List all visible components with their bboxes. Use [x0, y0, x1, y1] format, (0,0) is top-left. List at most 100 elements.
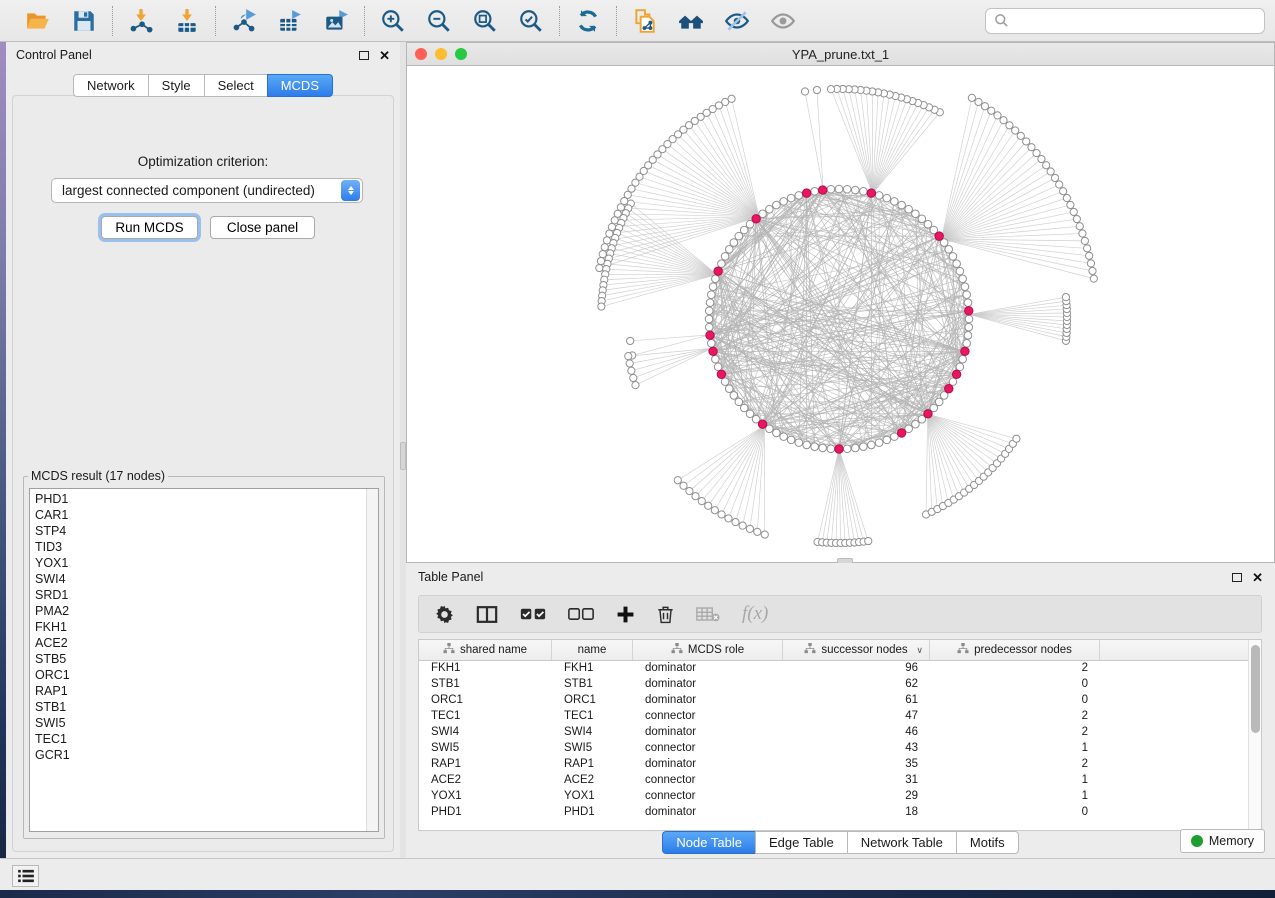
refresh-layout-icon[interactable] [573, 6, 603, 36]
graph-node[interactable] [674, 477, 681, 484]
graph-node[interactable] [1062, 294, 1069, 301]
graph-node[interactable] [811, 188, 819, 196]
graph-node[interactable] [712, 275, 720, 283]
graph-node[interactable] [860, 188, 868, 196]
graph-node[interactable] [598, 303, 605, 310]
graph-node[interactable] [735, 398, 743, 406]
search-box[interactable] [985, 8, 1265, 34]
graph-node[interactable] [1067, 201, 1074, 208]
graph-node[interactable] [988, 107, 995, 114]
graph-node[interactable] [626, 360, 633, 367]
network-canvas[interactable] [407, 66, 1274, 562]
show-all-icon[interactable] [768, 6, 798, 36]
table-row[interactable]: PHD1PHD1dominator180 [419, 805, 1248, 821]
graph-node[interactable] [1063, 194, 1070, 201]
graph-node[interactable] [1051, 174, 1058, 181]
graph-node[interactable] [965, 315, 973, 323]
mcds-result-item[interactable]: STB1 [35, 699, 361, 715]
graph-node[interactable] [975, 98, 982, 105]
table-row[interactable]: YOX1YOX1connector291 [419, 789, 1248, 805]
graph-node[interactable] [883, 194, 891, 202]
graph-node[interactable] [746, 525, 753, 532]
graph-node[interactable] [1038, 155, 1045, 162]
graph-node[interactable] [875, 439, 883, 447]
tab-select[interactable]: Select [204, 74, 267, 97]
graph-node[interactable] [813, 86, 820, 93]
table-row[interactable]: SWI4SWI4dominator462 [419, 725, 1248, 741]
graph-node[interactable] [698, 497, 705, 504]
graph-node[interactable] [1033, 149, 1040, 156]
create-column-icon[interactable] [616, 605, 635, 624]
graph-node[interactable] [780, 198, 788, 206]
graph-node[interactable] [730, 392, 738, 400]
graph-node[interactable] [1013, 435, 1020, 442]
graph-node[interactable] [787, 194, 795, 202]
graph-node-dominator[interactable] [819, 186, 827, 194]
graph-node[interactable] [945, 246, 953, 254]
graph-node[interactable] [1028, 144, 1035, 151]
graph-node[interactable] [630, 374, 637, 381]
clone-network-icon[interactable] [630, 6, 660, 36]
column-header-name[interactable]: name [552, 640, 633, 660]
graph-node[interactable] [780, 433, 788, 441]
mcds-result-item[interactable]: TEC1 [35, 731, 361, 747]
delete-table-icon[interactable] [696, 606, 720, 622]
graph-node[interactable] [1043, 162, 1050, 169]
graph-node[interactable] [905, 205, 913, 213]
table-row[interactable]: ACE2ACE2connector311 [419, 773, 1248, 789]
optimization-criterion-select[interactable]: largest connected component (undirected) [51, 178, 363, 203]
graph-node[interactable] [601, 244, 608, 251]
graph-node[interactable] [851, 186, 859, 194]
export-table-icon[interactable] [275, 6, 305, 36]
mcds-result-item[interactable]: YOX1 [35, 555, 361, 571]
graph-node[interactable] [891, 198, 899, 206]
close-panel-icon[interactable]: ✕ [1252, 571, 1263, 584]
graph-node-dominator[interactable] [709, 347, 717, 355]
column-header-predecessor-nodes[interactable]: predecessor nodes [930, 640, 1100, 660]
close-panel-icon[interactable]: ✕ [379, 49, 390, 62]
graph-node[interactable] [918, 215, 926, 223]
mcds-result-item[interactable]: CAR1 [35, 507, 361, 523]
graph-node-dominator[interactable] [965, 307, 973, 315]
deselect-all-columns-icon[interactable] [568, 607, 594, 621]
zoom-selected-icon[interactable] [516, 6, 546, 36]
mcds-result-list[interactable]: PHD1CAR1STP4TID3YOX1SWI4SRD1PMA2FKH1ACE2… [30, 489, 366, 831]
graph-node[interactable] [898, 201, 906, 209]
graph-node[interactable] [725, 385, 733, 393]
graph-node[interactable] [1012, 127, 1019, 134]
open-file-icon[interactable] [23, 6, 53, 36]
graph-node[interactable] [773, 201, 781, 209]
graph-node[interactable] [1076, 223, 1083, 230]
graph-node[interactable] [721, 378, 729, 386]
search-input[interactable] [1009, 13, 1256, 28]
table-row[interactable]: TEC1TEC1connector472 [419, 709, 1248, 725]
graph-node[interactable] [627, 337, 634, 344]
save-icon[interactable] [69, 6, 99, 36]
graph-node-dominator[interactable] [752, 215, 760, 223]
graph-node[interactable] [1047, 168, 1054, 175]
graph-node[interactable] [1089, 267, 1096, 274]
graph-node[interactable] [891, 433, 899, 441]
show-columns-icon[interactable] [476, 605, 498, 624]
hide-selected-icon[interactable] [722, 6, 752, 36]
graph-node[interactable] [732, 519, 739, 526]
table-scrollbar-thumb[interactable] [1251, 645, 1260, 733]
graph-node[interactable] [1023, 138, 1030, 145]
float-panel-icon[interactable] [359, 51, 369, 60]
graph-node[interactable] [961, 283, 969, 291]
mcds-result-item[interactable]: SRD1 [35, 587, 361, 603]
float-panel-icon[interactable] [1232, 573, 1242, 582]
graph-node[interactable] [711, 507, 718, 514]
graph-node[interactable] [963, 291, 971, 299]
graph-node[interactable] [735, 232, 743, 240]
graph-node[interactable] [725, 515, 732, 522]
mcds-result-item[interactable]: ORC1 [35, 667, 361, 683]
mcds-result-item[interactable]: FKH1 [35, 619, 361, 635]
graph-node[interactable] [1073, 215, 1080, 222]
graph-node[interactable] [686, 487, 693, 494]
graph-node[interactable] [935, 398, 943, 406]
graph-node[interactable] [835, 185, 843, 193]
graph-node[interactable] [795, 439, 803, 447]
graph-node[interactable] [608, 223, 615, 230]
graph-node[interactable] [1086, 252, 1093, 259]
